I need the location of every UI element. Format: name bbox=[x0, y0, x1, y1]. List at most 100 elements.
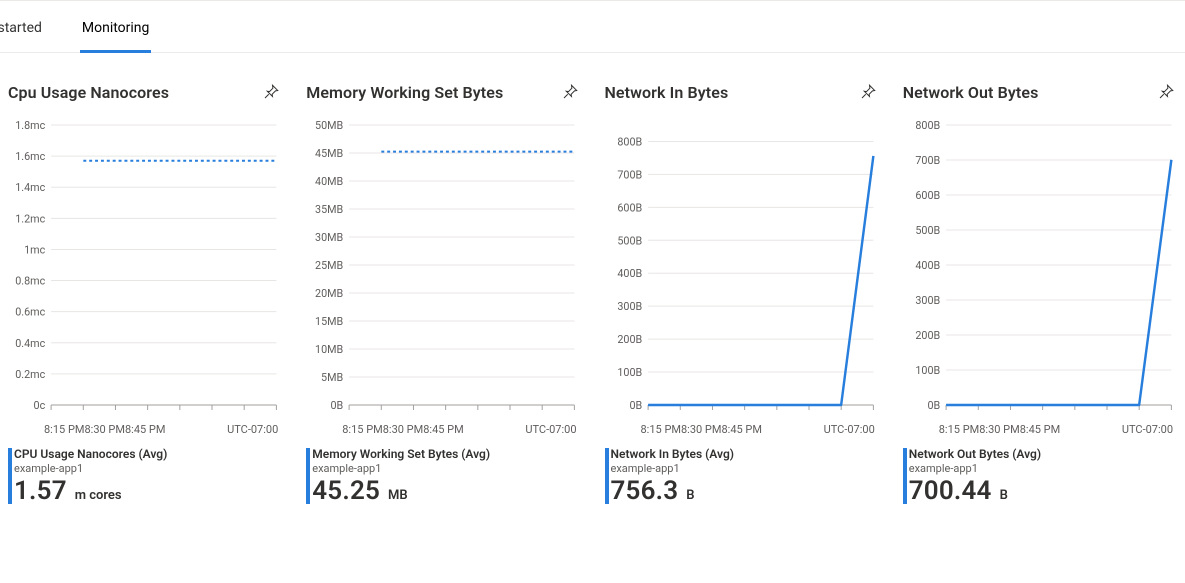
timezone-label: UTC-07:00 bbox=[227, 423, 278, 436]
metric-resource: example-app1 bbox=[312, 462, 580, 476]
metric-name: Memory Working Set Bytes (Avg) bbox=[312, 446, 580, 462]
svg-text:200B: 200B bbox=[915, 329, 940, 342]
x-axis-labels: 8:15 PM 8:30 PM 8:45 PM UTC-07:00 bbox=[605, 419, 879, 436]
svg-text:300B: 300B bbox=[617, 300, 642, 313]
tab-label: Monitoring bbox=[82, 20, 150, 36]
x-label: 8:30 PM bbox=[383, 423, 423, 436]
pin-icon[interactable] bbox=[559, 81, 581, 103]
metric-value: 1.57 bbox=[14, 476, 67, 506]
timezone-label: UTC-07:00 bbox=[824, 423, 875, 436]
x-axis-labels: 8:15 PM 8:30 PM 8:45 PM UTC-07:00 bbox=[306, 419, 580, 436]
svg-text:600B: 600B bbox=[617, 201, 642, 214]
metric-summary: Memory Working Set Bytes (Avg) example-a… bbox=[306, 446, 580, 506]
metric-summary: Network Out Bytes (Avg) example-app1 700… bbox=[903, 446, 1177, 506]
metric-resource: example-app1 bbox=[611, 462, 879, 476]
svg-text:200B: 200B bbox=[617, 333, 642, 346]
svg-text:50MB: 50MB bbox=[315, 119, 343, 132]
svg-text:15MB: 15MB bbox=[315, 315, 343, 328]
svg-text:45MB: 45MB bbox=[315, 147, 343, 160]
card-network-out: Network Out Bytes 0B 100B 200B 300B 400B 500B… bbox=[903, 81, 1177, 506]
svg-text:0B: 0B bbox=[629, 399, 642, 412]
metric-unit: B bbox=[1000, 488, 1008, 503]
svg-text:0B: 0B bbox=[927, 399, 940, 412]
svg-text:1mc: 1mc bbox=[24, 243, 45, 256]
x-label: 8:15 PM bbox=[342, 423, 382, 436]
svg-text:600B: 600B bbox=[915, 189, 940, 202]
tabs-bar: et started Monitoring bbox=[0, 0, 1185, 53]
card-memory: Memory Working Set Bytes 0B 5MB 10MB 15MB 20… bbox=[306, 81, 580, 506]
x-label: 8:15 PM bbox=[44, 423, 84, 436]
svg-text:700B: 700B bbox=[617, 168, 642, 181]
svg-text:40MB: 40MB bbox=[315, 175, 343, 188]
svg-text:1.8mc: 1.8mc bbox=[15, 119, 45, 132]
x-label: 8:30 PM bbox=[979, 423, 1019, 436]
x-label: 8:15 PM bbox=[939, 423, 979, 436]
svg-text:30MB: 30MB bbox=[315, 231, 343, 244]
metric-value: 756.3 bbox=[611, 476, 679, 506]
metric-resource: example-app1 bbox=[14, 462, 282, 476]
svg-text:0B: 0B bbox=[331, 399, 344, 412]
metric-value: 45.25 bbox=[312, 476, 380, 506]
svg-text:0c: 0c bbox=[34, 399, 46, 412]
tab-get-started[interactable]: et started bbox=[0, 8, 58, 52]
pin-icon[interactable] bbox=[1155, 81, 1177, 103]
card-network-in: Network In Bytes 0B100B200B300B400B500B6… bbox=[605, 81, 879, 506]
svg-text:0.8mc: 0.8mc bbox=[15, 274, 45, 287]
metric-value: 700.44 bbox=[909, 476, 992, 506]
card-cpu-usage: Cpu Usage Nanocores 0c 0.2mc 0.4mc 0.6mc 0.8… bbox=[8, 81, 282, 506]
svg-text:100B: 100B bbox=[915, 364, 940, 377]
svg-text:1.4mc: 1.4mc bbox=[15, 181, 45, 194]
svg-text:800B: 800B bbox=[915, 119, 940, 132]
chart-net-out[interactable]: 0B 100B 200B 300B 400B 500B 600B 700B 800B bbox=[903, 119, 1177, 419]
pin-icon[interactable] bbox=[260, 81, 282, 103]
svg-text:300B: 300B bbox=[915, 294, 940, 307]
metric-summary: CPU Usage Nanocores (Avg) example-app1 1… bbox=[8, 446, 282, 506]
chart-cpu[interactable]: 0c 0.2mc 0.4mc 0.6mc 0.8mc 1mc 1.2mc 1.4mc 1.6mc… bbox=[8, 119, 282, 419]
x-label: 8:45 PM bbox=[721, 423, 761, 436]
x-label: 8:45 PM bbox=[125, 423, 165, 436]
chart-memory[interactable]: 0B 5MB 10MB 15MB 20MB 25MB 30MB 35MB 40MB 45MB 50M… bbox=[306, 119, 580, 419]
svg-text:20MB: 20MB bbox=[315, 287, 343, 300]
svg-text:25MB: 25MB bbox=[315, 259, 343, 272]
metric-resource: example-app1 bbox=[909, 462, 1177, 476]
svg-text:500B: 500B bbox=[915, 224, 940, 237]
metric-name: Network In Bytes (Avg) bbox=[611, 446, 879, 462]
card-title: Memory Working Set Bytes bbox=[306, 83, 503, 102]
tab-monitoring[interactable]: Monitoring bbox=[66, 8, 166, 52]
timezone-label: UTC-07:00 bbox=[525, 423, 576, 436]
card-title: Network In Bytes bbox=[605, 83, 729, 102]
svg-text:1.2mc: 1.2mc bbox=[15, 212, 45, 225]
metric-name: Network Out Bytes (Avg) bbox=[909, 446, 1177, 462]
svg-text:700B: 700B bbox=[915, 154, 940, 167]
svg-text:100B: 100B bbox=[617, 366, 642, 379]
svg-text:0.2mc: 0.2mc bbox=[15, 368, 45, 381]
metric-name: CPU Usage Nanocores (Avg) bbox=[14, 446, 282, 462]
metric-summary: Network In Bytes (Avg) example-app1 756.… bbox=[605, 446, 879, 506]
svg-text:0.6mc: 0.6mc bbox=[15, 306, 45, 319]
svg-text:35MB: 35MB bbox=[315, 203, 343, 216]
metric-unit: B bbox=[686, 488, 694, 503]
x-axis-labels: 8:15 PM 8:30 PM 8:45 PM UTC-07:00 bbox=[903, 419, 1177, 436]
metric-unit: m cores bbox=[75, 488, 122, 503]
timezone-label: UTC-07:00 bbox=[1122, 423, 1173, 436]
svg-text:800B: 800B bbox=[617, 135, 642, 148]
svg-text:400B: 400B bbox=[915, 259, 940, 272]
svg-text:5MB: 5MB bbox=[321, 371, 343, 384]
svg-text:400B: 400B bbox=[617, 267, 642, 280]
metric-unit: MB bbox=[388, 488, 408, 503]
card-title: Cpu Usage Nanocores bbox=[8, 83, 169, 102]
x-label: 8:15 PM bbox=[641, 423, 681, 436]
x-label: 8:45 PM bbox=[423, 423, 463, 436]
svg-text:1.6mc: 1.6mc bbox=[15, 150, 45, 163]
x-label: 8:45 PM bbox=[1020, 423, 1060, 436]
card-title: Network Out Bytes bbox=[903, 83, 1039, 102]
charts-grid: Cpu Usage Nanocores 0c 0.2mc 0.4mc 0.6mc 0.8… bbox=[0, 53, 1185, 506]
svg-text:0.4mc: 0.4mc bbox=[15, 337, 45, 350]
x-axis-labels: 8:15 PM 8:30 PM 8:45 PM UTC-07:00 bbox=[8, 419, 282, 436]
pin-icon[interactable] bbox=[857, 81, 879, 103]
svg-text:10MB: 10MB bbox=[315, 343, 343, 356]
x-label: 8:30 PM bbox=[681, 423, 721, 436]
chart-net-in[interactable]: 0B100B200B300B400B500B600B700B800B bbox=[605, 119, 879, 419]
tab-label: et started bbox=[0, 20, 42, 36]
x-label: 8:30 PM bbox=[84, 423, 124, 436]
